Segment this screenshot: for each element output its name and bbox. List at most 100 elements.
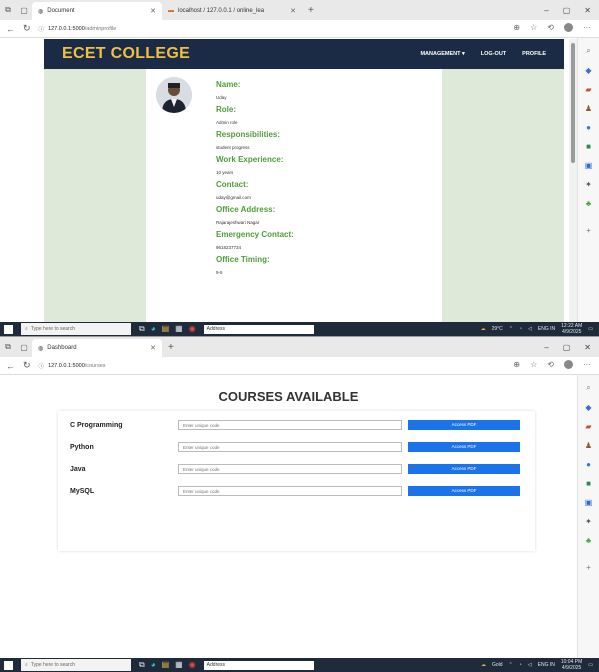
profile-avatar[interactable] [564, 23, 573, 34]
people-icon[interactable]: ♟ [585, 441, 592, 450]
briefcase-icon[interactable]: ▰ [585, 85, 591, 94]
add-icon[interactable]: + [586, 226, 591, 235]
window-controls: – ▢ ✕ [544, 343, 599, 352]
start-icon[interactable] [4, 324, 13, 334]
language-indicator[interactable]: ENG IN [538, 326, 555, 332]
tab-localhost[interactable]: ▬ localhost / 127.0.0.1 / online_lea ✕ [162, 2, 302, 20]
clock[interactable]: 12:22 AM 4/9/2025 [561, 323, 582, 335]
office-icon[interactable]: ■ [586, 142, 591, 151]
access-pdf-button[interactable]: Access PDF [408, 420, 520, 430]
chrome-icon[interactable]: ◉ [189, 324, 196, 334]
tray-chevron-icon[interactable]: ⌃ [509, 326, 513, 332]
back-icon[interactable]: ← [6, 361, 15, 371]
close-icon[interactable]: ✕ [150, 7, 156, 15]
back-icon[interactable]: ← [6, 24, 15, 34]
url-field[interactable]: ⓘ 127.0.0.1:5000/courses [39, 359, 506, 372]
games-icon[interactable]: ♣ [586, 536, 591, 545]
tab-actions-icon[interactable]: ⧉ [0, 337, 16, 357]
explorer-icon[interactable]: ▤ [162, 660, 170, 670]
taskbar-address[interactable]: Address [203, 660, 314, 670]
scrollbar-thumb[interactable] [571, 43, 575, 163]
unique-code-input[interactable] [178, 464, 402, 474]
close-icon[interactable]: ✕ [150, 344, 156, 352]
office-icon[interactable]: ■ [586, 479, 591, 488]
games-icon[interactable]: ♣ [586, 199, 591, 208]
edge-icon[interactable]: ◕ [151, 660, 156, 670]
outlook-icon[interactable]: ▣ [585, 161, 593, 170]
store-icon[interactable]: ▦ [175, 324, 183, 334]
access-pdf-button[interactable]: Access PDF [408, 464, 520, 474]
tab-actions-icon[interactable]: ⧉ [0, 0, 16, 20]
nav-management[interactable]: MANAGEMENT ▾ [420, 51, 464, 57]
collections-icon[interactable]: ⟲ [547, 23, 554, 34]
zoom-icon[interactable]: ⊕ [513, 23, 520, 34]
chrome-icon[interactable]: ◉ [189, 660, 196, 670]
volume-icon[interactable]: ◁ [528, 326, 532, 332]
tab-dashboard[interactable]: ◍ Dashboard ✕ [32, 339, 162, 357]
volume-icon[interactable]: ◁ [528, 662, 532, 668]
weather-icon[interactable]: ☁ [481, 662, 486, 668]
edge-icon[interactable]: ◕ [151, 324, 156, 334]
refresh-icon[interactable]: ↻ [23, 360, 31, 371]
new-tab-icon[interactable]: + [302, 5, 320, 16]
circle-icon[interactable]: ● [586, 123, 591, 132]
explorer-icon[interactable]: ▤ [162, 324, 170, 334]
tray-chevron-icon[interactable]: ⌃ [509, 662, 513, 668]
add-icon[interactable]: + [586, 563, 591, 572]
more-icon[interactable]: ··· [583, 23, 591, 34]
tools-icon[interactable]: ✦ [585, 180, 592, 189]
new-tab-icon[interactable]: + [162, 342, 180, 353]
taskbar-search[interactable]: ⌕ Type here to search [21, 323, 131, 335]
unique-code-input[interactable] [178, 486, 402, 496]
task-view-icon[interactable]: ⧉ [139, 324, 145, 334]
close-window-icon[interactable]: ✕ [584, 343, 591, 352]
store-icon[interactable]: ▦ [175, 660, 183, 670]
circle-icon[interactable]: ● [586, 460, 591, 469]
unique-code-input[interactable] [178, 420, 402, 430]
favorite-icon[interactable]: ☆ [530, 360, 537, 371]
tab-list-icon[interactable]: ▢ [16, 337, 32, 357]
access-pdf-button[interactable]: Access PDF [408, 442, 520, 452]
maximize-icon[interactable]: ▢ [563, 6, 571, 15]
notifications-icon[interactable]: ▭ [588, 326, 593, 332]
nav-logout[interactable]: LOG-OUT [481, 51, 506, 57]
close-icon[interactable]: ✕ [290, 7, 296, 15]
weather-icon[interactable]: ☁ [481, 326, 486, 332]
collections-icon[interactable]: ⟲ [547, 360, 554, 371]
minimize-icon[interactable]: – [544, 6, 548, 15]
network-icon[interactable]: ◔ [519, 326, 522, 332]
people-icon[interactable]: ♟ [585, 104, 592, 113]
more-icon[interactable]: ··· [583, 360, 591, 371]
tab-document[interactable]: ◍ Document ✕ [32, 2, 162, 20]
close-window-icon[interactable]: ✕ [584, 6, 591, 15]
access-pdf-button[interactable]: Access PDF [408, 486, 520, 496]
outlook-icon[interactable]: ▣ [585, 498, 593, 507]
unique-code-input[interactable] [178, 442, 402, 452]
language-indicator[interactable]: ENG IN [538, 662, 555, 668]
search-icon[interactable]: ⌕ [586, 383, 590, 393]
taskbar-address[interactable]: Address [203, 324, 314, 334]
tag-icon[interactable]: ◆ [585, 66, 591, 75]
start-icon[interactable] [4, 660, 13, 670]
task-view-icon[interactable]: ⧉ [139, 660, 145, 670]
courses-panel: C Programming Access PDF Python Access P… [58, 411, 535, 551]
taskbar-search[interactable]: ⌕ Type here to search [21, 659, 131, 671]
minimize-icon[interactable]: – [544, 343, 548, 352]
zoom-icon[interactable]: ⊕ [513, 360, 520, 371]
search-icon[interactable]: ⌕ [586, 46, 590, 56]
url-field[interactable]: ⓘ 127.0.0.1:5000/adminprofile [39, 22, 506, 35]
tools-icon[interactable]: ✦ [585, 517, 592, 526]
notifications-icon[interactable]: ▭ [588, 662, 593, 668]
maximize-icon[interactable]: ▢ [563, 343, 571, 352]
favorite-icon[interactable]: ☆ [530, 23, 537, 34]
nav-profile[interactable]: PROFILE [522, 51, 546, 57]
page-scrollbar[interactable] [569, 39, 577, 322]
network-icon[interactable]: ◔ [519, 662, 522, 668]
refresh-icon[interactable]: ↻ [23, 23, 31, 34]
clock[interactable]: 10:04 PM 4/9/2025 [561, 659, 582, 671]
tag-icon[interactable]: ◆ [585, 403, 591, 412]
briefcase-icon[interactable]: ▰ [585, 422, 591, 431]
profile-avatar[interactable] [564, 360, 573, 371]
brand-logo[interactable]: ECET COLLEGE [62, 45, 190, 63]
tab-list-icon[interactable]: ▢ [16, 0, 32, 20]
